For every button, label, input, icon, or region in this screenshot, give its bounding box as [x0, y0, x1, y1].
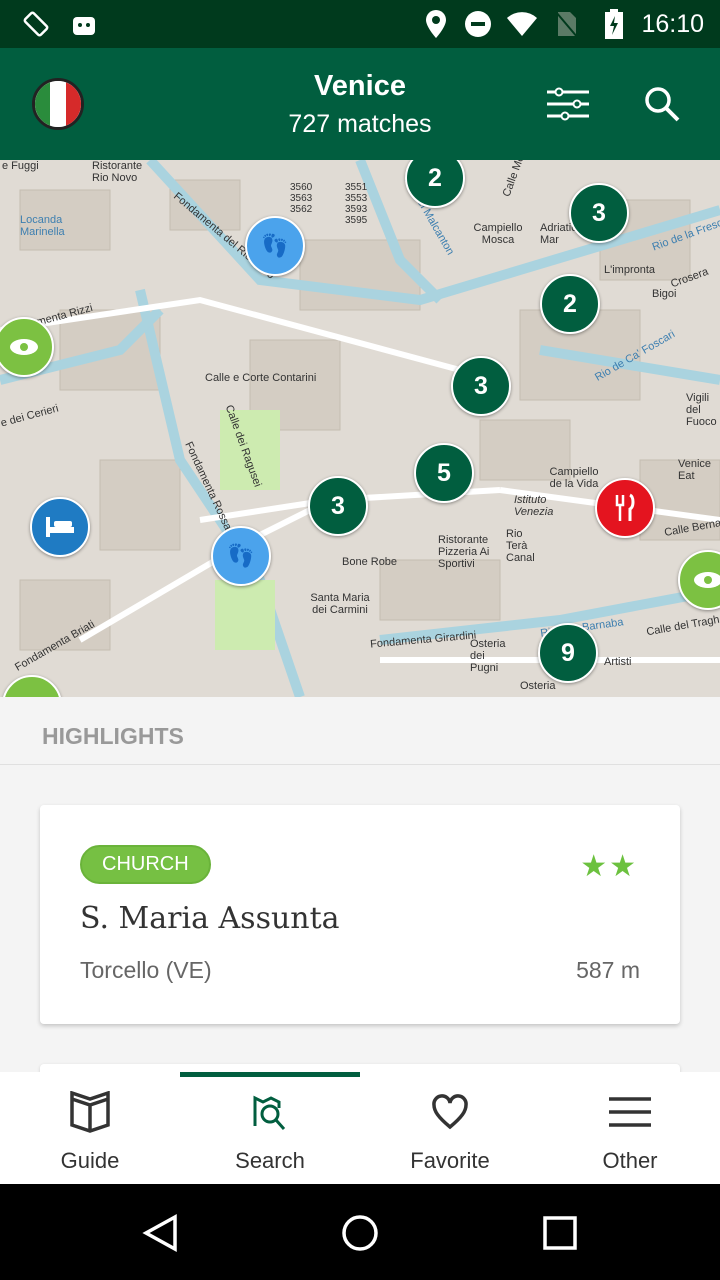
map-view[interactable]: e Fuggi Ristorante Rio Novo Locanda Mari… — [0, 160, 720, 697]
system-nav-bar — [0, 1184, 720, 1280]
nav-search[interactable]: Search — [180, 1072, 360, 1184]
clock: 16:10 — [641, 10, 704, 38]
map-label: Istituto Venezia — [514, 494, 554, 518]
location-icon — [422, 10, 450, 38]
nav-label: Other — [602, 1148, 658, 1173]
nav-label: Search — [235, 1148, 305, 1173]
menu-icon — [609, 1090, 651, 1134]
highlight-card[interactable]: CHURCH ★★ S. Maria Assunta Torcello (VE)… — [40, 805, 680, 1024]
map-label: 3560 3563 3562 — [290, 182, 313, 215]
map-label: L'impronta — [604, 264, 656, 276]
app-bar: Venice 727 matches — [0, 48, 720, 160]
highlights-header: HIGHLIGHTS — [0, 697, 720, 765]
star-rating: ★★ — [580, 850, 638, 883]
android-icon — [70, 10, 98, 38]
match-count: 727 matches — [288, 110, 432, 138]
footsteps-icon: 👣 — [227, 543, 255, 568]
map-streets — [0, 160, 720, 697]
map-label: Venice Eat — [678, 458, 712, 482]
no-sim-icon — [552, 10, 580, 38]
nav-other[interactable]: Other — [540, 1072, 720, 1184]
map-search-icon — [251, 1090, 289, 1134]
active-tab-indicator — [180, 1072, 360, 1077]
search-icon[interactable] — [638, 80, 686, 128]
map-label: Bone Robe — [342, 556, 398, 568]
map-cluster[interactable]: 9 — [538, 623, 598, 683]
map-label: Ristorante Pizzeria Ai Sportivi — [438, 534, 490, 570]
filter-sliders-icon[interactable] — [544, 80, 592, 128]
map-cluster[interactable]: 3 — [451, 356, 511, 416]
map-label: Artisti — [604, 656, 632, 668]
section-title: HIGHLIGHTS — [42, 723, 184, 749]
book-icon — [69, 1090, 111, 1134]
map-label: Campiello de la Vida — [549, 466, 599, 490]
nav-guide[interactable]: Guide — [0, 1072, 180, 1184]
screen-rotation-icon — [22, 10, 50, 38]
map-label: Santa Maria dei Carmini — [310, 592, 370, 616]
home-icon[interactable] — [341, 1214, 379, 1257]
map-cluster[interactable]: 3 — [569, 183, 629, 243]
category-badge: CHURCH — [80, 845, 211, 884]
eye-icon — [694, 572, 720, 588]
map-label: e Fuggi — [2, 160, 39, 172]
map-label: Ristorante Rio Novo — [92, 160, 143, 184]
status-bar: 16:10 — [0, 0, 720, 48]
nav-favorite[interactable]: Favorite — [360, 1072, 540, 1184]
walking-tour-marker[interactable]: 👣 — [211, 526, 271, 586]
battery-charging-icon — [600, 9, 628, 39]
place-distance: 587 m — [576, 957, 640, 983]
heart-icon — [432, 1090, 468, 1134]
eye-icon — [10, 339, 38, 355]
map-label: Locanda Marinella — [20, 214, 65, 238]
map-cluster[interactable]: 3 — [308, 476, 368, 536]
place-location: Torcello (VE) — [80, 957, 212, 983]
bed-icon — [46, 517, 74, 537]
map-label: Vigili del Fuoco — [686, 392, 717, 428]
bottom-nav: Guide Search Favorite Other — [0, 1072, 720, 1184]
do-not-disturb-icon — [464, 10, 492, 38]
map-label: Osteria dei Pugni — [470, 638, 506, 674]
fork-knife-icon — [615, 493, 635, 521]
recents-icon[interactable] — [543, 1216, 577, 1255]
restaurant-marker[interactable] — [595, 478, 655, 538]
map-cluster[interactable]: 5 — [414, 443, 474, 503]
nav-label: Guide — [60, 1148, 120, 1173]
map-label: Osteria — [520, 680, 556, 692]
map-label: 3551 3553 3593 3595 — [345, 182, 368, 226]
page-title: Venice — [314, 70, 406, 102]
wifi-icon — [506, 10, 538, 38]
hotel-marker[interactable] — [30, 497, 90, 557]
map-label: Rio Terà Canal — [506, 528, 535, 564]
map-label: Campiello Mosca — [473, 222, 523, 246]
footsteps-icon: 👣 — [261, 233, 289, 258]
back-icon[interactable] — [142, 1214, 178, 1257]
place-name: S. Maria Assunta — [80, 901, 340, 936]
nav-label: Favorite — [410, 1148, 490, 1173]
map-cluster[interactable]: 2 — [540, 274, 600, 334]
map-label: Calle e Corte Contarini — [205, 372, 317, 384]
walking-tour-marker[interactable]: 👣 — [245, 216, 305, 276]
